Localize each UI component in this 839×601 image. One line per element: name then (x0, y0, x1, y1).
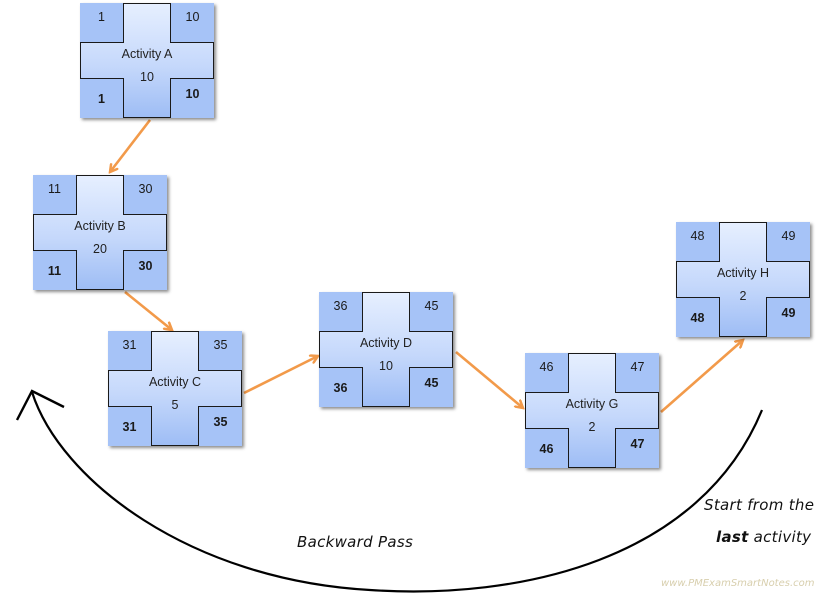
early-start: 36 (319, 292, 363, 332)
activity-node-h: 48 49 Activity H 2 48 49 (676, 222, 810, 337)
note-line-1: Start from the (704, 496, 815, 514)
late-start: 31 (108, 406, 152, 446)
activity-title: Activity G (565, 397, 619, 411)
note-line-2: last activity (716, 528, 811, 546)
early-finish: 49 (766, 222, 810, 262)
activity-node-a: 1 10 Activity A 10 1 10 (80, 3, 214, 118)
early-start: 1 (80, 3, 124, 43)
activity-title: Activity B (74, 219, 126, 233)
late-start: 48 (676, 297, 720, 337)
dependency-arrow-g-h (660, 340, 743, 413)
early-finish: 45 (409, 292, 453, 332)
activity-title: Activity A (121, 47, 173, 61)
backward-pass-label: Backward Pass (297, 533, 414, 551)
early-start: 46 (525, 353, 569, 393)
activity-node-c: 31 35 Activity C 5 31 35 (108, 331, 242, 446)
late-start: 46 (525, 428, 569, 468)
activity-node-d: 36 45 Activity D 10 36 45 (319, 292, 453, 407)
activity-node-b: 11 30 Activity B 20 11 30 (33, 175, 167, 290)
early-start: 48 (676, 222, 720, 262)
late-finish: 35 (198, 406, 242, 446)
dependency-arrow-d-g (455, 351, 523, 408)
early-finish: 47 (615, 353, 659, 393)
note-rest: activity (748, 528, 812, 546)
early-start: 11 (33, 175, 77, 215)
activity-title: Activity C (148, 375, 202, 389)
late-finish: 49 (766, 297, 810, 337)
dependency-arrow-b-c (124, 290, 172, 330)
note-bold-word: last (716, 528, 749, 546)
backward-pass-arrowhead-icon (15, 389, 65, 421)
early-finish: 30 (123, 175, 167, 215)
late-start: 36 (319, 367, 363, 407)
late-finish: 45 (409, 367, 453, 407)
late-finish: 30 (123, 250, 167, 290)
dependency-arrow-c-d (243, 356, 318, 395)
activity-title: Activity D (359, 336, 413, 350)
activity-title: Activity H (716, 266, 770, 280)
watermark: www.PMExamSmartNotes.com (661, 578, 815, 589)
early-finish: 35 (198, 331, 242, 371)
late-finish: 10 (170, 78, 214, 118)
dependency-arrow-a-b (110, 119, 152, 172)
late-start: 11 (33, 250, 77, 290)
late-start: 1 (80, 78, 124, 118)
activity-node-g: 46 47 Activity G 2 46 47 (525, 353, 659, 468)
early-finish: 10 (170, 3, 214, 43)
late-finish: 47 (615, 428, 659, 468)
early-start: 31 (108, 331, 152, 371)
